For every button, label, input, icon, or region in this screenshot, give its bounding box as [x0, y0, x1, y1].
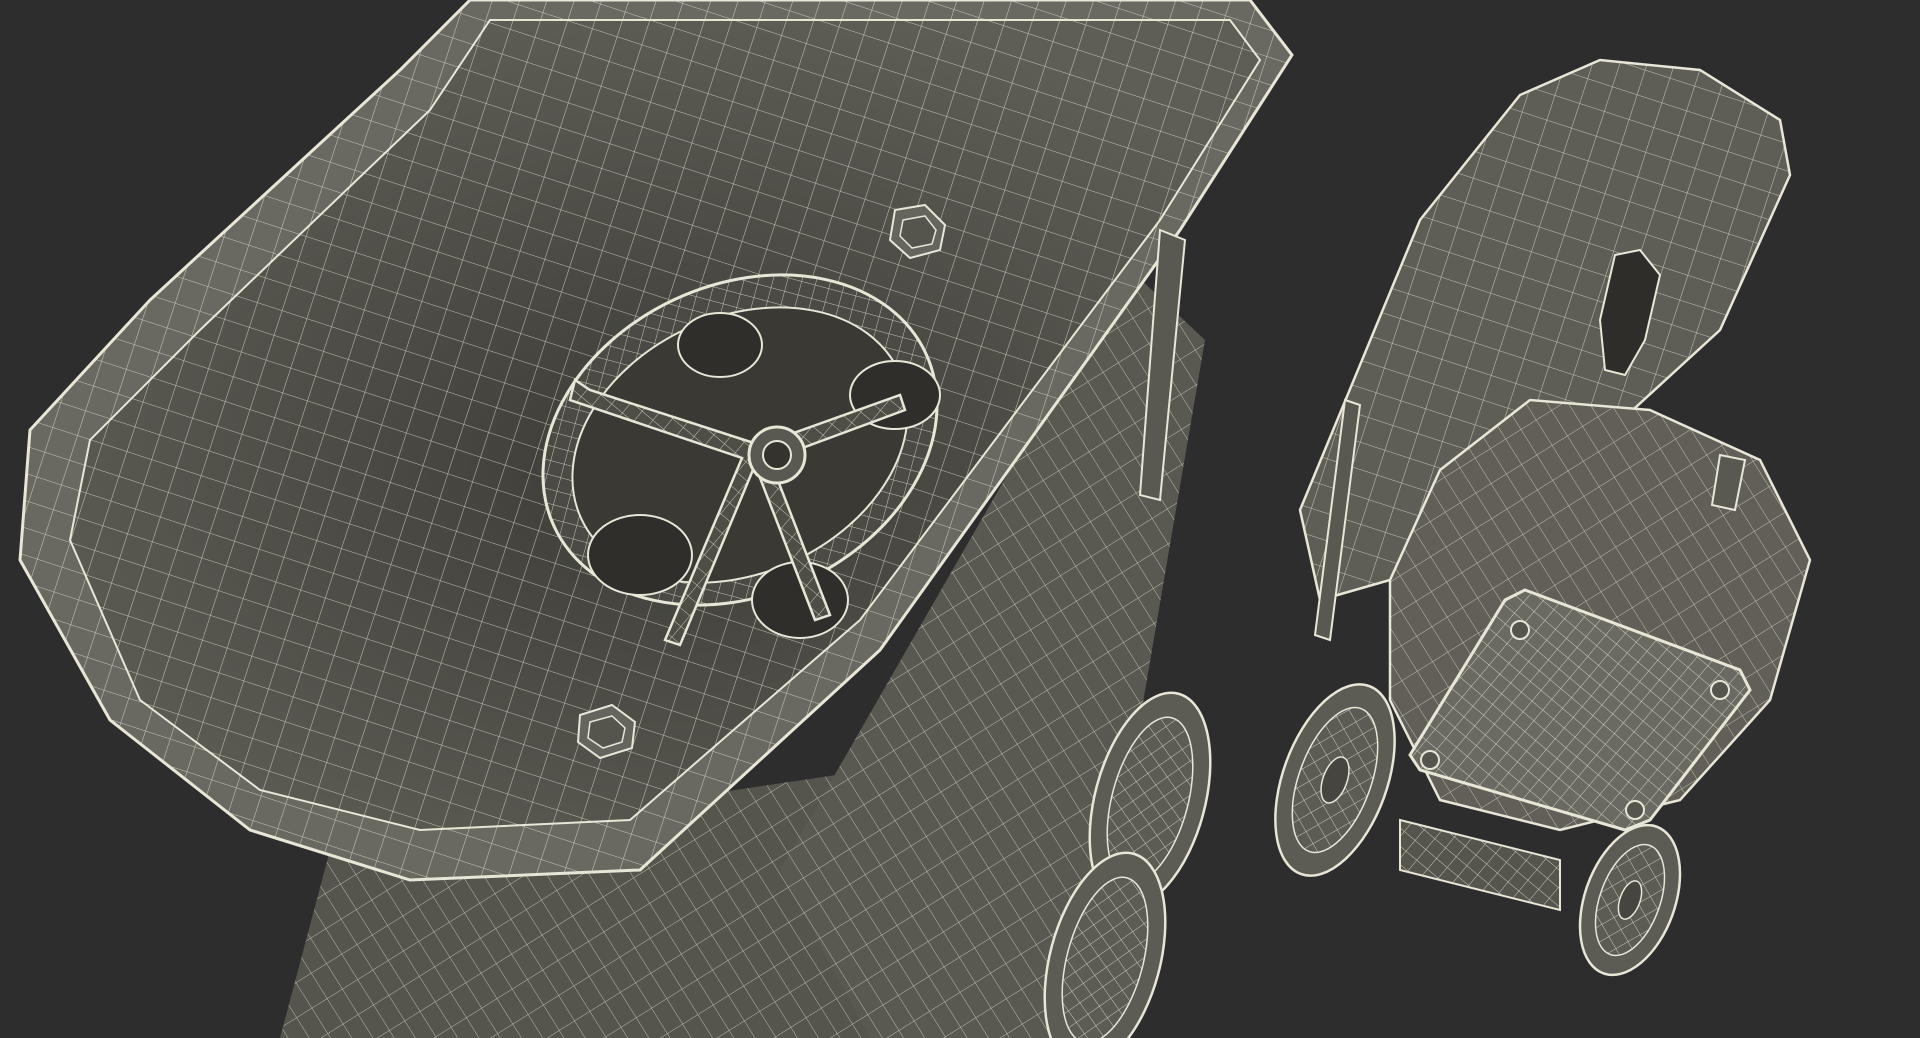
rear-wheel-right: [1578, 823, 1682, 977]
wireframe-render: [0, 0, 1920, 1038]
plate-hole: [587, 514, 693, 596]
screw: [1420, 750, 1440, 770]
spreader-rear-model: [1274, 58, 1812, 977]
render-canvas: [18, 0, 1812, 1038]
plate-hole: [677, 312, 763, 378]
screw: [1510, 620, 1530, 640]
hopper-model: [18, 0, 1294, 1038]
screw: [1710, 680, 1730, 700]
screw: [1625, 800, 1645, 820]
